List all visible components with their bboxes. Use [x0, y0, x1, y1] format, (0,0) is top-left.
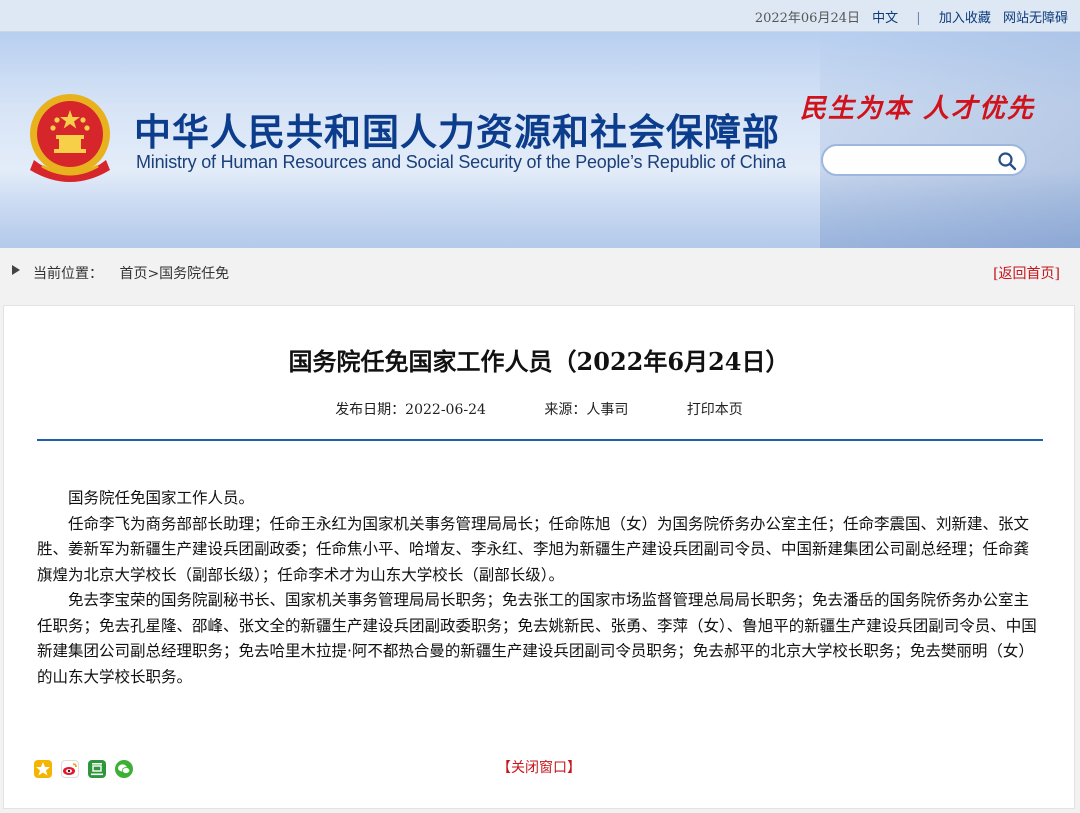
article-source: 来源：人事司: [544, 402, 629, 418]
paragraph: 国务院任免国家工作人员。: [68, 489, 255, 507]
paragraph: 任命李飞为商务部部长助理；任命王永红为国家机关事务管理局局长；任命陈旭（女）为国…: [37, 514, 1030, 584]
national-emblem-icon: [30, 94, 110, 182]
title-divider: [37, 439, 1043, 441]
header-banner: 中华人民共和国人力资源和社会保障部 Ministry of Human Reso…: [0, 32, 1080, 248]
add-favorite-link[interactable]: 加入收藏: [939, 11, 991, 26]
breadcrumb-bar: 当前位置： 首页>国务院任免 [返回首页]: [0, 248, 1080, 294]
search-input[interactable]: [835, 151, 995, 171]
top-links: 2022年06月24日 中文 | 加入收藏 网站无障碍: [747, 7, 1068, 26]
accessibility-link[interactable]: 网站无障碍: [1003, 11, 1068, 26]
print-page-link[interactable]: 打印本页: [687, 402, 743, 418]
article-card: 国务院任免国家工作人员（2022年6月24日） 发布日期：2022-06-24 …: [3, 305, 1075, 809]
link-separator: |: [916, 11, 921, 26]
article-meta: 发布日期：2022-06-24 来源：人事司 打印本页: [4, 399, 1074, 419]
close-window-link[interactable]: 【关闭窗口】: [4, 757, 1074, 777]
breadcrumb-path[interactable]: 首页>国务院任免: [119, 266, 229, 282]
search-box: [821, 144, 1027, 176]
search-icon[interactable]: [997, 151, 1017, 171]
publish-date: 发布日期：2022-06-24: [335, 402, 486, 418]
language-link[interactable]: 中文: [872, 11, 898, 26]
top-bar: 2022年06月24日 中文 | 加入收藏 网站无障碍: [0, 0, 1080, 32]
breadcrumb-label: 当前位置：: [33, 266, 103, 282]
slogan: 民生为本 人才优先: [800, 94, 1036, 124]
back-home-link[interactable]: [返回首页]: [993, 263, 1060, 283]
article-body: 国务院任免国家工作人员。 任命李飞为商务部部长助理；任命王永红为国家机关事务管理…: [37, 486, 1037, 690]
great-wall-backdrop: [820, 32, 1080, 248]
paragraph: 免去李宝荣的国务院副秘书长、国家机关事务管理局局长职务；免去张工的国家市场监督管…: [37, 591, 1037, 686]
ministry-title-cn: 中华人民共和国人力资源和社会保障部: [134, 111, 780, 154]
triangle-right-icon: [12, 265, 20, 275]
current-date: 2022年06月24日: [754, 11, 860, 26]
article-title: 国务院任免国家工作人员（2022年6月24日）: [288, 347, 790, 376]
ministry-title-en: Ministry of Human Resources and Social S…: [136, 152, 786, 172]
breadcrumb: 当前位置： 首页>国务院任免: [33, 263, 229, 283]
